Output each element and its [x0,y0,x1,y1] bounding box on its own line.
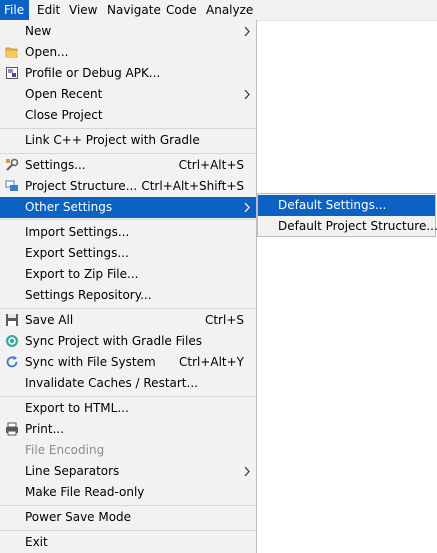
menu-item-label: Open... [25,45,69,59]
menu-item-open[interactable]: Open... [0,42,256,63]
menu-item-make-read-only[interactable]: Make File Read-only [0,482,256,503]
file-menu-dropdown: New Open... Profile or Debug APK... Open… [0,20,257,553]
menu-item-print[interactable]: Print... [0,419,256,440]
menu-item-label: Import Settings... [25,225,130,239]
menu-item-shortcut: Ctrl+S [204,313,244,327]
menu-item-label: Default Settings... [278,198,387,212]
menu-item-label: Make File Read-only [25,485,145,499]
menu-item-open-recent[interactable]: Open Recent [0,84,256,105]
menu-separator [0,128,256,129]
menu-item-label: Export Settings... [25,246,129,260]
menu-item-label: Exit [25,535,48,549]
menu-item-label: Export to HTML... [25,401,129,415]
folder-icon [5,45,19,59]
menu-item-label: Line Separators [25,464,120,478]
menu-item-label: Profile or Debug APK... [25,66,161,80]
wrench-icon [5,158,19,172]
menu-item-label: Close Project [25,108,103,122]
menu-item-label: Invalidate Caches / Restart... [25,376,198,390]
menu-item-export-zip[interactable]: Export to Zip File... [0,264,256,285]
menu-item-shortcut: Ctrl+Alt+Shift+S [141,179,244,193]
menu-item-label: Settings... [25,158,86,172]
menu-item-label: Power Save Mode [25,510,132,524]
menu-item-link-cpp-project[interactable]: Link C++ Project with Gradle [0,130,256,151]
menu-item-label: New [25,24,52,38]
menu-item-file-encoding: File Encoding [0,440,256,461]
menu-item-other-settings[interactable]: Other Settings [0,197,256,218]
menu-item-label: File Encoding [25,443,105,457]
menu-navigate[interactable]: Navigate [103,0,165,20]
menu-item-label: Sync with File System [25,355,156,369]
menu-separator [0,396,256,397]
submenu-item-default-project-structure[interactable]: Default Project Structure... [258,216,437,237]
menu-separator [0,308,256,309]
menu-item-power-save-mode[interactable]: Power Save Mode [0,507,256,528]
menu-analyze[interactable]: Analyze [202,0,257,20]
apk-icon [5,66,19,80]
menu-item-label: Link C++ Project with Gradle [25,133,200,147]
menu-item-label: Open Recent [25,87,103,101]
menu-item-label: Project Structure... [25,179,138,193]
project-structure-icon [5,179,19,193]
menu-item-line-separators[interactable]: Line Separators [0,461,256,482]
menu-separator [0,219,256,220]
refresh-icon [5,355,19,369]
menu-item-shortcut: Ctrl+Alt+Y [178,355,244,369]
menu-view[interactable]: View [65,0,101,20]
menu-item-project-structure[interactable]: Project Structure... Ctrl+Alt+Shift+S [0,176,256,197]
menu-item-sync-gradle[interactable]: Sync Project with Gradle Files [0,331,256,352]
printer-icon [5,422,19,436]
menu-item-import-settings[interactable]: Import Settings... [0,222,256,243]
menu-item-sync-file-system[interactable]: Sync with File System Ctrl+Alt+Y [0,352,256,373]
menu-item-new[interactable]: New [0,21,256,42]
menu-item-invalidate-caches[interactable]: Invalidate Caches / Restart... [0,373,256,394]
menu-item-close-project[interactable]: Close Project [0,105,256,126]
menu-item-export-html[interactable]: Export to HTML... [0,398,256,419]
menu-item-settings-repository[interactable]: Settings Repository... [0,285,256,306]
menu-item-export-settings[interactable]: Export Settings... [0,243,256,264]
submenu-item-default-settings[interactable]: Default Settings... [258,195,435,216]
menu-item-exit[interactable]: Exit [0,532,256,553]
menu-item-label: Sync Project with Gradle Files [25,334,202,348]
menu-item-save-all[interactable]: Save All Ctrl+S [0,310,256,331]
menu-separator [0,530,256,531]
menu-item-profile-debug-apk[interactable]: Profile or Debug APK... [0,63,256,84]
submenu-arrow-icon [244,197,250,218]
menu-file[interactable]: File [0,0,29,20]
menu-code[interactable]: Code [162,0,201,20]
submenu-arrow-icon [244,84,250,105]
submenu-arrow-icon [244,461,250,482]
menu-item-label: Other Settings [25,200,113,214]
menu-edit[interactable]: Edit [33,0,64,20]
menu-item-label: Export to Zip File... [25,267,139,281]
other-settings-submenu: Default Settings... Default Project Stru… [257,193,437,237]
menu-separator [0,505,256,506]
floppy-disk-icon [5,313,19,327]
menu-item-label: Default Project Structure... [278,219,437,233]
submenu-arrow-icon [244,21,250,42]
menu-separator [0,153,256,154]
menu-bar: File Edit View Navigate Code Analyze [0,0,437,21]
gradle-sync-icon [5,334,19,348]
menu-item-label: Settings Repository... [25,288,152,302]
menu-item-label: Print... [25,422,65,436]
menu-item-shortcut: Ctrl+Alt+S [178,158,244,172]
menu-item-label: Save All [25,313,74,327]
menu-item-settings[interactable]: Settings... Ctrl+Alt+S [0,155,256,176]
